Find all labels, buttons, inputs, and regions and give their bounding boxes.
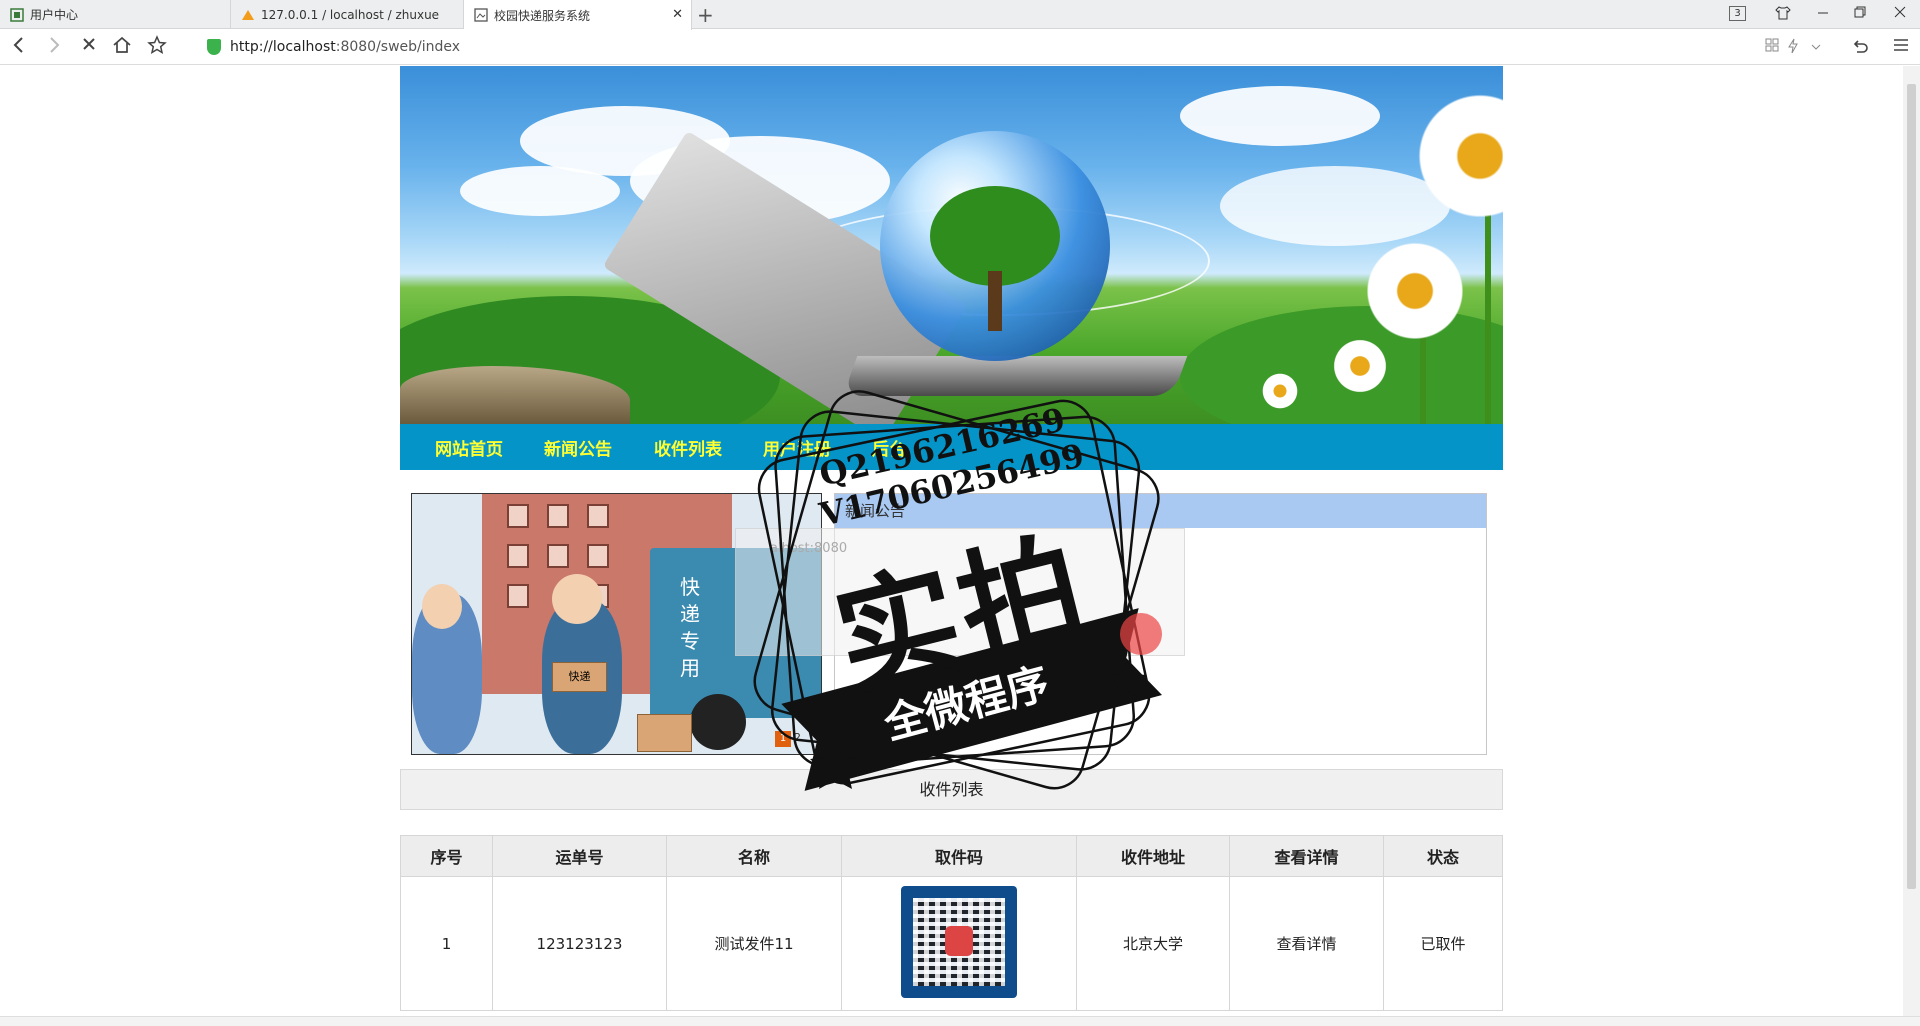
cell-pickup-code [841,876,1077,1011]
parcel-box [637,714,692,752]
cell-status: 已取件 [1383,876,1503,1011]
tab-count-badge[interactable]: 3 [1729,6,1746,21]
qr-logo [945,925,973,956]
main-nav: 网站首页 新闻公告 收件列表 用户注册 后台 [400,424,1503,470]
header-banner [400,66,1503,424]
back-icon[interactable] [10,35,28,60]
lightning-icon[interactable] [1787,38,1799,58]
table-header-row: 序号 运单号 名称 取件码 收件地址 查看详情 状态 [400,835,1503,877]
tab-campus-express[interactable]: 校园快递服务系统 ✕ [464,0,692,30]
slide-indicator-2[interactable]: 2 [794,731,801,744]
flower-stem [1485,196,1491,424]
apps-grid-icon[interactable] [1765,38,1779,56]
column-header: 名称 [666,835,842,877]
tab-label: 127.0.0.1 / localhost / zhuxue [261,7,440,22]
nav-parcel-list[interactable]: 收件列表 [654,435,722,460]
page-icon [10,7,24,22]
building-window [587,504,609,528]
cell-address: 北京大学 [1076,876,1230,1011]
tab-user-center[interactable]: 用户中心 [0,0,231,29]
cell-name: 测试发件11 [666,876,842,1011]
home-icon[interactable] [112,35,132,60]
daisy-flower [1260,371,1300,411]
cloud [460,166,620,216]
url-host: http://localhost [230,39,336,55]
close-window-icon[interactable] [1893,5,1907,23]
column-header: 取件码 [841,835,1077,877]
tab-label: 用户中心 [30,8,79,22]
building-window [547,544,569,568]
truck-label: 快递专用 [680,575,700,680]
laptop-base [842,356,1188,396]
nav-news[interactable]: 新闻公告 [544,435,612,460]
table-row: 1 123123123 测试发件11 北京大学 查看详情 已取件 [400,876,1503,1011]
shirt-icon[interactable] [1775,5,1791,25]
person-left-head [422,584,462,629]
nav-register[interactable]: 用户注册 [763,435,831,460]
column-header: 查看详情 [1229,835,1384,877]
column-header: 状态 [1383,835,1503,877]
building-window [547,504,569,528]
url-path: :8080/sweb/index [335,39,461,55]
page-icon [474,8,488,22]
secure-shield-icon [207,39,221,55]
slide-indicator-1[interactable]: 1 [775,731,791,747]
daisy-flower [1330,336,1390,396]
notice-header: 新闻公告 [835,494,1486,528]
restore-icon[interactable] [1853,5,1867,23]
tab-label: 校园快递服务系统 [494,8,591,23]
undo-icon[interactable] [1851,38,1871,58]
forward-icon[interactable] [45,35,63,60]
cloud [1180,86,1380,146]
truck-wheel [690,694,746,750]
building-window [587,544,609,568]
tree-trunk [988,271,1002,331]
building-window [507,544,529,568]
vertical-scrollbar[interactable] [1903,66,1920,1016]
building-window [507,504,529,528]
scrollbar-thumb[interactable] [1907,84,1916,889]
page-viewport: 网站首页 新闻公告 收件列表 用户注册 后台 快递专用 快递 1 2 新闻公告 … [0,66,1903,1016]
chevron-down-icon[interactable] [1811,38,1821,56]
building-window [507,584,529,608]
column-header: 序号 [400,835,493,877]
nav-home[interactable]: 网站首页 [435,435,503,460]
parcel-table: 序号 运单号 名称 取件码 收件地址 查看详情 状态 1 123123123 测… [400,835,1503,1011]
stop-loading-icon[interactable] [80,35,98,60]
section-title: 收件列表 [400,769,1503,810]
qr-code-icon[interactable] [901,885,1017,998]
courier-head [552,574,602,624]
daisy-flower [1360,236,1470,346]
close-tab-icon[interactable]: ✕ [672,7,683,22]
status-bar [0,1016,1920,1026]
phpmyadmin-icon [241,8,255,22]
view-detail-link[interactable]: 查看详情 [1229,876,1384,1011]
bookmark-star-icon[interactable] [147,35,167,60]
column-header: 收件地址 [1076,835,1230,877]
column-header: 运单号 [492,835,667,877]
tab-phpmyadmin[interactable]: 127.0.0.1 / localhost / zhuxue [231,0,464,29]
cell-waybill: 123123123 [492,876,667,1011]
click-indicator [1120,613,1162,655]
browser-tab-bar: 用户中心 127.0.0.1 / localhost / zhuxue 校园快递… [0,0,1920,30]
parcel-box: 快递 [552,662,607,692]
minimize-icon[interactable] [1816,5,1830,23]
nav-admin[interactable]: 后台 [872,435,906,460]
url-field[interactable]: http://localhost:8080/sweb/index [230,39,460,55]
ghost-url: alhost:8080 [770,541,848,556]
new-tab-icon[interactable]: + [697,3,714,27]
menu-icon[interactable] [1893,38,1909,56]
address-bar: http://localhost:8080/sweb/index [0,30,1920,65]
cell-no: 1 [400,876,493,1011]
